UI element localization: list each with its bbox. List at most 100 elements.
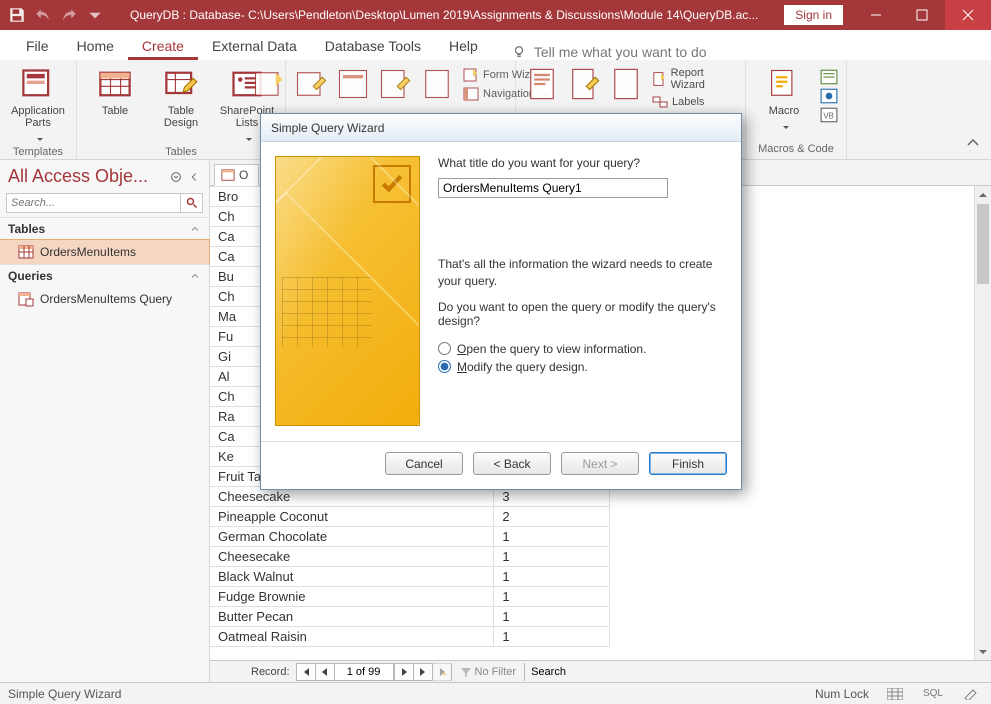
- tab-help[interactable]: Help: [435, 32, 492, 60]
- report-design-button[interactable]: [566, 64, 602, 102]
- redo-icon[interactable]: [60, 6, 78, 24]
- undo-icon[interactable]: [34, 6, 52, 24]
- blank-form-icon: [419, 66, 455, 102]
- status-text: Simple Query Wizard: [8, 687, 815, 701]
- back-button[interactable]: < Back: [473, 452, 551, 475]
- tab-external-data[interactable]: External Data: [198, 32, 311, 60]
- sql-view-button[interactable]: SQL: [921, 685, 945, 703]
- nav-search[interactable]: [6, 193, 203, 213]
- nav-table-ordersmenuitems[interactable]: OrdersMenuItems: [0, 240, 209, 264]
- tell-me-search[interactable]: Tell me what you want to do: [512, 44, 707, 60]
- simple-query-wizard-dialog: Simple Query Wizard What title do you wa…: [260, 113, 742, 490]
- table-row[interactable]: Pineapple Coconut2: [210, 507, 610, 527]
- table-row[interactable]: Black Walnut1: [210, 567, 610, 587]
- scroll-thumb[interactable]: [977, 204, 989, 284]
- nav-collapse-icon[interactable]: [187, 170, 201, 184]
- new-record-button[interactable]: [432, 663, 452, 681]
- open-query-radio[interactable]: Open the query to view information.: [438, 342, 723, 356]
- form-design-icon: [377, 66, 413, 102]
- nav-search-input[interactable]: [7, 194, 180, 212]
- document-tab-label: O: [239, 168, 248, 182]
- close-button[interactable]: [945, 0, 991, 30]
- tab-file[interactable]: File: [12, 32, 63, 60]
- form-design-button[interactable]: [377, 64, 413, 102]
- signin-button[interactable]: Sign in: [784, 5, 843, 25]
- labels-button[interactable]: Labels: [650, 93, 706, 111]
- title-bar: QueryDB : Database- C:\Users\Pendleton\D…: [0, 0, 991, 30]
- record-search-input[interactable]: [525, 666, 991, 678]
- report-design-icon: [566, 66, 602, 102]
- tab-database-tools[interactable]: Database Tools: [311, 32, 435, 60]
- wizard-artwork: [275, 156, 420, 426]
- scroll-up-icon[interactable]: [975, 186, 991, 203]
- first-record-button[interactable]: [296, 663, 316, 681]
- table-row[interactable]: German Chocolate1: [210, 527, 610, 547]
- svg-text:VB: VB: [823, 111, 833, 120]
- blank-report-button[interactable]: [608, 64, 644, 102]
- query-wizard-button[interactable]: [251, 64, 287, 102]
- table-design-label: Table Design: [164, 105, 198, 129]
- tab-home[interactable]: Home: [63, 32, 128, 60]
- maximize-button[interactable]: [899, 0, 945, 30]
- blank-form-button[interactable]: [419, 64, 455, 102]
- application-parts-button[interactable]: Application Parts: [8, 64, 68, 144]
- search-icon[interactable]: [180, 194, 202, 212]
- scroll-down-icon[interactable]: [975, 643, 991, 660]
- macro-label: Macro: [769, 105, 800, 117]
- report-wizard-button[interactable]: Report Wizard: [650, 66, 737, 92]
- modify-query-accel: M: [457, 360, 467, 374]
- nav-tables-label: Tables: [8, 222, 45, 236]
- nav-title[interactable]: All Access Obje...: [8, 166, 165, 187]
- templates-group-label: Templates: [13, 144, 63, 160]
- cancel-button[interactable]: Cancel: [385, 452, 463, 475]
- table-row[interactable]: Fudge Brownie1: [210, 587, 610, 607]
- tell-me-label: Tell me what you want to do: [534, 44, 707, 60]
- macro-button[interactable]: Macro: [754, 64, 814, 132]
- record-position-input[interactable]: [334, 663, 394, 681]
- macro-icon: [766, 66, 802, 102]
- query-design-button[interactable]: [293, 64, 329, 102]
- prev-record-button[interactable]: [315, 663, 335, 681]
- filter-indicator[interactable]: No Filter: [451, 663, 526, 681]
- dialog-query-title-prompt: What title do you want for your query?: [438, 156, 723, 170]
- dialog-info-text: That's all the information the wizard ne…: [438, 256, 723, 290]
- table-row[interactable]: Butter Pecan1: [210, 607, 610, 627]
- next-record-button[interactable]: [394, 663, 414, 681]
- record-navigator: Record: No Filter: [210, 660, 991, 682]
- nav-queries-header[interactable]: Queries: [0, 264, 209, 287]
- tab-create[interactable]: Create: [128, 32, 198, 60]
- finish-button[interactable]: Finish: [649, 452, 727, 475]
- nav-dropdown-icon[interactable]: [169, 170, 183, 184]
- nav-query-ordersmenuitems[interactable]: OrdersMenuItems Query: [0, 287, 209, 311]
- last-record-button[interactable]: [413, 663, 433, 681]
- query-title-input[interactable]: [438, 178, 668, 198]
- vba-icon[interactable]: VB: [820, 106, 838, 124]
- tables-group-label: Tables: [165, 144, 197, 160]
- next-button[interactable]: Next >: [561, 452, 639, 475]
- document-tab[interactable]: O: [214, 164, 259, 186]
- vertical-scrollbar[interactable]: [974, 186, 991, 660]
- table-design-button[interactable]: Table Design: [151, 64, 211, 129]
- table-row[interactable]: Cheesecake1: [210, 547, 610, 567]
- modify-query-label: odify the query design.: [467, 360, 588, 374]
- design-view-button[interactable]: [959, 685, 983, 703]
- nav-tables-header[interactable]: Tables: [0, 217, 209, 240]
- table-row[interactable]: Oatmeal Raisin1: [210, 627, 610, 647]
- nav-queries-label: Queries: [8, 269, 53, 283]
- minimize-button[interactable]: [853, 0, 899, 30]
- numlock-indicator: Num Lock: [815, 687, 869, 701]
- report-button[interactable]: [524, 64, 560, 102]
- modify-query-radio[interactable]: Modify the query design.: [438, 360, 723, 374]
- save-icon[interactable]: [8, 6, 26, 24]
- nav-table-label: OrdersMenuItems: [40, 245, 136, 259]
- application-parts-icon: [20, 66, 56, 102]
- datasheet-view-button[interactable]: [883, 685, 907, 703]
- class-module-icon[interactable]: [820, 87, 838, 105]
- navigation-pane: All Access Obje... Tables OrdersMenuItem…: [0, 160, 210, 682]
- table-button[interactable]: Table: [85, 64, 145, 117]
- qat-customize-icon[interactable]: [86, 6, 104, 24]
- form-button[interactable]: [335, 64, 371, 102]
- module-icon[interactable]: [820, 68, 838, 86]
- no-filter-label: No Filter: [475, 666, 517, 678]
- collapse-ribbon-icon[interactable]: [965, 135, 981, 151]
